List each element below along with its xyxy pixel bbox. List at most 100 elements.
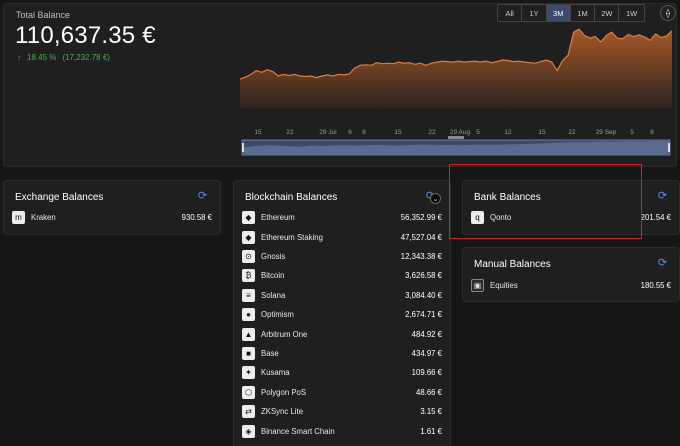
balance-row[interactable]: ≡ Solana 3,084.40 €	[242, 286, 442, 305]
ethereum-icon[interactable]: ⟠	[660, 5, 676, 21]
balance-name: Arbitrum One	[261, 329, 308, 339]
navigator-scrollbar[interactable]	[448, 136, 464, 139]
balance-row[interactable]: ⊙ Gnosis 12,343.38 €	[242, 247, 442, 266]
x-tick-label: 29 Aug	[450, 129, 471, 136]
refresh-icon[interactable]: ⟳	[197, 191, 208, 202]
range-button-3m[interactable]: 3M	[546, 5, 571, 21]
kraken-icon: m	[12, 211, 25, 225]
change-percent: 18.45 %	[27, 53, 57, 62]
balance-name: Ethereum Staking	[261, 232, 323, 242]
balance-amount: 1.61 €	[420, 426, 442, 436]
blockchain-balances-title: Blockchain Balances	[245, 192, 338, 203]
balance-row[interactable]: ■ Base 434.97 €	[242, 344, 442, 363]
highlight-box	[449, 164, 642, 239]
balance-name: Solana	[261, 290, 286, 300]
balance-row[interactable]: m Kraken 930.58 €	[12, 208, 212, 227]
refresh-icon[interactable]: ⟳	[657, 258, 668, 269]
balance-row[interactable]: ◆ Ethereum 56,352.99 €	[242, 208, 442, 227]
balance-row[interactable]: ● Optimism 2,674.71 €	[242, 305, 442, 324]
range-button-all[interactable]: All	[498, 5, 523, 21]
bitcoin-icon: ₿	[242, 269, 255, 283]
balance-row[interactable]: ▣ Equities 180.55 €	[471, 276, 671, 295]
balance-amount: 48.66 €	[415, 387, 442, 397]
polygon-icon: ⬡	[242, 385, 255, 399]
balance-row[interactable]: ✦ Kusama 109.66 €	[242, 363, 442, 382]
equities-icon: ▣	[471, 279, 484, 293]
balance-name: Optimism	[261, 310, 294, 320]
balance-row[interactable]: ⬡ Polygon PoS 48.66 €	[242, 383, 442, 402]
manual-balances-title: Manual Balances	[474, 259, 551, 270]
balance-amount: 56,352.99 €	[400, 213, 442, 223]
x-tick-label: 12	[504, 129, 512, 136]
balance-amount: 3.15 €	[420, 407, 442, 417]
range-button-2w[interactable]: 2W	[595, 5, 620, 21]
refresh-icon[interactable]: ⟳	[657, 191, 668, 202]
base-icon: ■	[242, 346, 255, 360]
blockchain-balances-card: Blockchain Balances ⟳ ◆Ethereum56,352.99…	[233, 180, 451, 446]
total-balance-value: 110,637.35 €	[15, 22, 156, 49]
x-tick-label: 29 Sep	[596, 129, 617, 136]
balance-row[interactable]: ₿ Bitcoin 3,626.58 €	[242, 266, 442, 285]
x-tick-label: 6	[348, 129, 352, 136]
balance-change: ↑ 18.45 % (17,232.78 €)	[17, 53, 110, 62]
balance-chart: 15 22 29 Jul 6 8 15 22 29 Aug 5 12 15 22 29 Sep 5 8	[240, 28, 672, 156]
x-tick-label: 15	[394, 129, 402, 136]
kusama-icon: ✦	[242, 366, 255, 380]
balance-amount: 2,674.71 €	[405, 310, 442, 320]
balance-name: Kusama	[261, 368, 290, 378]
balance-amount: 12,343.38 €	[400, 251, 442, 261]
balance-row[interactable]: ⇄ ZKSync Lite 3.15 €	[242, 402, 442, 421]
balance-name: Binance Smart Chain	[261, 426, 335, 436]
gnosis-icon: ⊙	[242, 249, 255, 263]
balance-name: Kraken	[31, 213, 56, 223]
exchange-balances-card: Exchange Balances ⟳ m Kraken 930.58 €	[3, 180, 221, 235]
balance-amount: 3,084.40 €	[405, 290, 442, 300]
x-tick-label: 8	[362, 129, 366, 136]
balance-name: Equities	[490, 281, 518, 291]
manual-balances-card: Manual Balances ⟳ ▣ Equities 180.55 €	[462, 247, 680, 302]
x-tick-label: 15	[538, 129, 546, 136]
balance-row[interactable]: ▲ Arbitrum One 484.92 €	[242, 324, 442, 343]
balance-name: Bitcoin	[261, 271, 285, 281]
balance-amount: 930.58 €	[181, 213, 212, 223]
balance-name: Ethereum	[261, 213, 295, 223]
bnb-icon: ◈	[242, 424, 255, 438]
balance-row[interactable]: ◆ Ethereum Staking 47,527.04 €	[242, 227, 442, 246]
x-tick-label: 15	[254, 129, 262, 136]
ethereum-staking-icon: ◆	[242, 230, 255, 244]
balance-name: Polygon PoS	[261, 387, 307, 397]
optimism-icon: ●	[242, 308, 255, 322]
time-range-selector: All 1Y 3M 1M 2W 1W	[497, 4, 645, 22]
balance-amount: 180.55 €	[640, 281, 671, 291]
balance-amount: 109.66 €	[411, 368, 442, 378]
x-tick-label: 22	[286, 129, 294, 136]
balance-amount: 201.54 €	[640, 213, 671, 223]
range-button-1y[interactable]: 1Y	[522, 5, 547, 21]
x-tick-label: 22	[568, 129, 576, 136]
balance-row[interactable]: ◈ Binance Smart Chain 1.61 €	[242, 421, 442, 440]
chevron-down-icon[interactable]: ⌄	[430, 193, 441, 204]
balance-area	[240, 29, 672, 109]
balance-name: Base	[261, 348, 279, 358]
navigator-handle-right[interactable]	[668, 143, 670, 152]
balance-amount: 47,527.04 €	[400, 232, 442, 242]
arbitrum-icon: ▲	[242, 327, 255, 341]
balance-name: Gnosis	[261, 251, 286, 261]
balance-name: ZKSync Lite	[261, 407, 304, 417]
x-tick-label: 29 Jul	[319, 129, 337, 136]
balance-amount: 3,626.58 €	[405, 271, 442, 281]
solana-icon: ≡	[242, 288, 255, 302]
x-tick-label: 5	[476, 129, 480, 136]
balance-amount: 484.92 €	[411, 329, 442, 339]
range-button-1m[interactable]: 1M	[570, 5, 596, 21]
change-amount: (17,232.78 €)	[62, 53, 110, 62]
navigator-handle-left[interactable]	[242, 143, 244, 152]
arrow-up-icon: ↑	[17, 53, 21, 62]
x-tick-label: 5	[630, 129, 634, 136]
x-tick-label: 22	[428, 129, 436, 136]
exchange-balances-title: Exchange Balances	[15, 192, 104, 203]
balance-amount: 434.97 €	[411, 348, 442, 358]
ethereum-icon: ◆	[242, 211, 255, 225]
x-tick-label: 8	[650, 129, 654, 136]
range-button-1w[interactable]: 1W	[619, 5, 644, 21]
